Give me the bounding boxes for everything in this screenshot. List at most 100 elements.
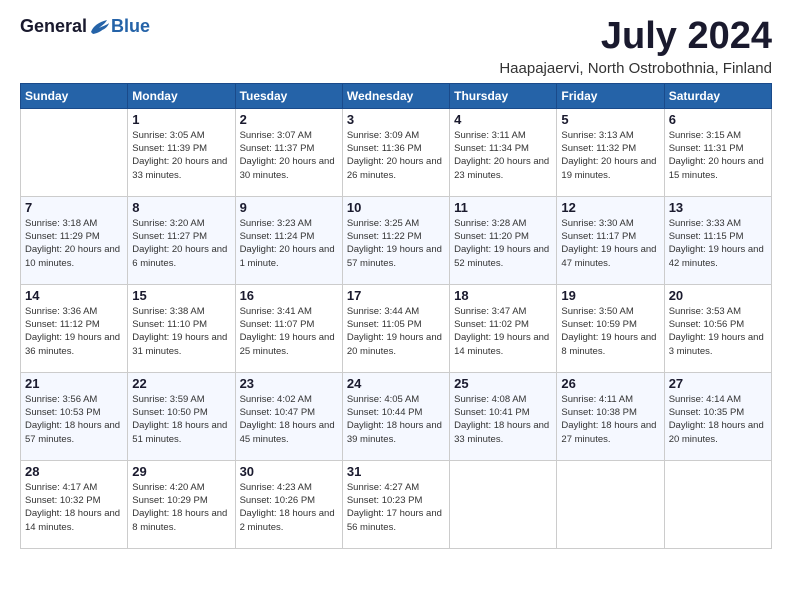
day-info: Sunrise: 4:08 AM Sunset: 10:41 PM Daylig… bbox=[454, 393, 552, 446]
col-monday: Monday bbox=[128, 83, 235, 108]
day-number: 4 bbox=[454, 112, 552, 127]
day-number: 15 bbox=[132, 288, 230, 303]
calendar-cell: 20 Sunrise: 3:53 AM Sunset: 10:56 PM Dayl… bbox=[664, 284, 771, 372]
day-info: Sunrise: 3:36 AM Sunset: 11:12 PM Daylig… bbox=[25, 305, 123, 358]
day-number: 12 bbox=[561, 200, 659, 215]
day-number: 23 bbox=[240, 376, 338, 391]
col-wednesday: Wednesday bbox=[342, 83, 449, 108]
day-info: Sunrise: 3:33 AM Sunset: 11:15 PM Daylig… bbox=[669, 217, 767, 270]
day-info: Sunrise: 4:05 AM Sunset: 10:44 PM Daylig… bbox=[347, 393, 445, 446]
calendar-cell: 30Sunrise: 4:23 AM Sunset: 10:26 PM Dayl… bbox=[235, 460, 342, 548]
calendar-cell: 21 Sunrise: 3:56 AM Sunset: 10:53 PM Dayl… bbox=[21, 372, 128, 460]
day-number: 7 bbox=[25, 200, 123, 215]
day-number: 1 bbox=[132, 112, 230, 127]
day-number: 22 bbox=[132, 376, 230, 391]
calendar-cell: 2 Sunrise: 3:07 AM Sunset: 11:37 PM Dayli… bbox=[235, 108, 342, 196]
calendar-cell: 28 Sunrise: 4:17 AM Sunset: 10:32 PM Dayl… bbox=[21, 460, 128, 548]
calendar-cell: 25Sunrise: 4:08 AM Sunset: 10:41 PM Dayl… bbox=[450, 372, 557, 460]
logo: General Blue bbox=[20, 16, 150, 37]
day-info: Sunrise: 4:02 AM Sunset: 10:47 PM Daylig… bbox=[240, 393, 338, 446]
day-number: 26 bbox=[561, 376, 659, 391]
day-number: 11 bbox=[454, 200, 552, 215]
calendar-cell: 14 Sunrise: 3:36 AM Sunset: 11:12 PM Dayl… bbox=[21, 284, 128, 372]
day-info: Sunrise: 3:30 AM Sunset: 11:17 PM Daylig… bbox=[561, 217, 659, 270]
day-number: 24 bbox=[347, 376, 445, 391]
day-number: 9 bbox=[240, 200, 338, 215]
calendar-cell: 17 Sunrise: 3:44 AM Sunset: 11:05 PM Dayl… bbox=[342, 284, 449, 372]
calendar-cell: 10Sunrise: 3:25 AM Sunset: 11:22 PM Dayl… bbox=[342, 196, 449, 284]
calendar-cell: 5 Sunrise: 3:13 AM Sunset: 11:32 PM Dayli… bbox=[557, 108, 664, 196]
calendar-cell: 3 Sunrise: 3:09 AM Sunset: 11:36 PM Dayli… bbox=[342, 108, 449, 196]
day-number: 20 bbox=[669, 288, 767, 303]
day-info: Sunrise: 3:05 AM Sunset: 11:39 PM Daylig… bbox=[132, 129, 230, 182]
day-number: 3 bbox=[347, 112, 445, 127]
day-info: Sunrise: 3:38 AM Sunset: 11:10 PM Daylig… bbox=[132, 305, 230, 358]
day-number: 2 bbox=[240, 112, 338, 127]
day-info: Sunrise: 3:59 AM Sunset: 10:50 PM Daylig… bbox=[132, 393, 230, 446]
day-info: Sunrise: 3:41 AM Sunset: 11:07 PM Daylig… bbox=[240, 305, 338, 358]
location-title: Haapajaervi, North Ostrobothnia, Finland bbox=[499, 60, 772, 77]
day-number: 31 bbox=[347, 464, 445, 479]
logo-text: General Blue bbox=[20, 16, 150, 37]
title-area: July 2024 Haapajaervi, North Ostrobothni… bbox=[499, 16, 772, 77]
calendar-cell: 13 Sunrise: 3:33 AM Sunset: 11:15 PM Dayl… bbox=[664, 196, 771, 284]
calendar-cell: 1 Sunrise: 3:05 AM Sunset: 11:39 PM Dayli… bbox=[128, 108, 235, 196]
day-info: Sunrise: 3:18 AM Sunset: 11:29 PM Daylig… bbox=[25, 217, 123, 270]
day-info: Sunrise: 3:15 AM Sunset: 11:31 PM Daylig… bbox=[669, 129, 767, 182]
day-number: 29 bbox=[132, 464, 230, 479]
calendar-cell: 24 Sunrise: 4:05 AM Sunset: 10:44 PM Dayl… bbox=[342, 372, 449, 460]
day-number: 19 bbox=[561, 288, 659, 303]
day-number: 27 bbox=[669, 376, 767, 391]
calendar-cell bbox=[664, 460, 771, 548]
day-number: 14 bbox=[25, 288, 123, 303]
day-info: Sunrise: 4:27 AM Sunset: 10:23 PM Daylig… bbox=[347, 481, 445, 534]
day-number: 17 bbox=[347, 288, 445, 303]
calendar-cell: 6 Sunrise: 3:15 AM Sunset: 11:31 PM Dayli… bbox=[664, 108, 771, 196]
day-info: Sunrise: 4:17 AM Sunset: 10:32 PM Daylig… bbox=[25, 481, 123, 534]
day-number: 13 bbox=[669, 200, 767, 215]
day-info: Sunrise: 3:13 AM Sunset: 11:32 PM Daylig… bbox=[561, 129, 659, 182]
day-number: 6 bbox=[669, 112, 767, 127]
calendar-cell: 29 Sunrise: 4:20 AM Sunset: 10:29 PM Dayl… bbox=[128, 460, 235, 548]
day-info: Sunrise: 3:09 AM Sunset: 11:36 PM Daylig… bbox=[347, 129, 445, 182]
calendar-cell: 31 Sunrise: 4:27 AM Sunset: 10:23 PM Dayl… bbox=[342, 460, 449, 548]
calendar-cell: 12 Sunrise: 3:30 AM Sunset: 11:17 PM Dayl… bbox=[557, 196, 664, 284]
calendar-cell: 19 Sunrise: 3:50 AM Sunset: 10:59 PM Dayl… bbox=[557, 284, 664, 372]
col-tuesday: Tuesday bbox=[235, 83, 342, 108]
day-number: 21 bbox=[25, 376, 123, 391]
day-number: 18 bbox=[454, 288, 552, 303]
calendar-cell: 16 Sunrise: 3:41 AM Sunset: 11:07 PM Dayl… bbox=[235, 284, 342, 372]
header: General Blue July 2024 Haapajaervi, Nort… bbox=[20, 16, 772, 77]
day-number: 16 bbox=[240, 288, 338, 303]
day-info: Sunrise: 3:53 AM Sunset: 10:56 PM Daylig… bbox=[669, 305, 767, 358]
day-info: Sunrise: 3:25 AM Sunset: 11:22 PM Daylig… bbox=[347, 217, 445, 270]
calendar-cell: 18 Sunrise: 3:47 AM Sunset: 11:02 PM Dayl… bbox=[450, 284, 557, 372]
day-number: 28 bbox=[25, 464, 123, 479]
day-number: 30 bbox=[240, 464, 338, 479]
day-info: Sunrise: 4:20 AM Sunset: 10:29 PM Daylig… bbox=[132, 481, 230, 534]
calendar-cell: 7 Sunrise: 3:18 AM Sunset: 11:29 PM Dayli… bbox=[21, 196, 128, 284]
day-info: Sunrise: 4:11 AM Sunset: 10:38 PM Daylig… bbox=[561, 393, 659, 446]
col-thursday: Thursday bbox=[450, 83, 557, 108]
day-info: Sunrise: 3:07 AM Sunset: 11:37 PM Daylig… bbox=[240, 129, 338, 182]
calendar-cell: 26 Sunrise: 4:11 AM Sunset: 10:38 PM Dayl… bbox=[557, 372, 664, 460]
logo-blue: Blue bbox=[111, 16, 150, 37]
logo-general: General bbox=[20, 16, 87, 37]
day-info: Sunrise: 3:28 AM Sunset: 11:20 PM Daylig… bbox=[454, 217, 552, 270]
day-info: Sunrise: 3:44 AM Sunset: 11:05 PM Daylig… bbox=[347, 305, 445, 358]
day-info: Sunrise: 3:47 AM Sunset: 11:02 PM Daylig… bbox=[454, 305, 552, 358]
day-number: 5 bbox=[561, 112, 659, 127]
col-sunday: Sunday bbox=[21, 83, 128, 108]
day-info: Sunrise: 3:50 AM Sunset: 10:59 PM Daylig… bbox=[561, 305, 659, 358]
week-row-2: 7 Sunrise: 3:18 AM Sunset: 11:29 PM Dayli… bbox=[21, 196, 772, 284]
calendar-cell: 4Sunrise: 3:11 AM Sunset: 11:34 PM Dayli… bbox=[450, 108, 557, 196]
col-friday: Friday bbox=[557, 83, 664, 108]
day-number: 8 bbox=[132, 200, 230, 215]
calendar-cell: 8 Sunrise: 3:20 AM Sunset: 11:27 PM Dayli… bbox=[128, 196, 235, 284]
day-info: Sunrise: 3:56 AM Sunset: 10:53 PM Daylig… bbox=[25, 393, 123, 446]
day-info: Sunrise: 4:14 AM Sunset: 10:35 PM Daylig… bbox=[669, 393, 767, 446]
calendar-cell: 9 Sunrise: 3:23 AM Sunset: 11:24 PM Dayli… bbox=[235, 196, 342, 284]
day-info: Sunrise: 3:23 AM Sunset: 11:24 PM Daylig… bbox=[240, 217, 338, 270]
day-info: Sunrise: 3:20 AM Sunset: 11:27 PM Daylig… bbox=[132, 217, 230, 270]
week-row-4: 21 Sunrise: 3:56 AM Sunset: 10:53 PM Dayl… bbox=[21, 372, 772, 460]
